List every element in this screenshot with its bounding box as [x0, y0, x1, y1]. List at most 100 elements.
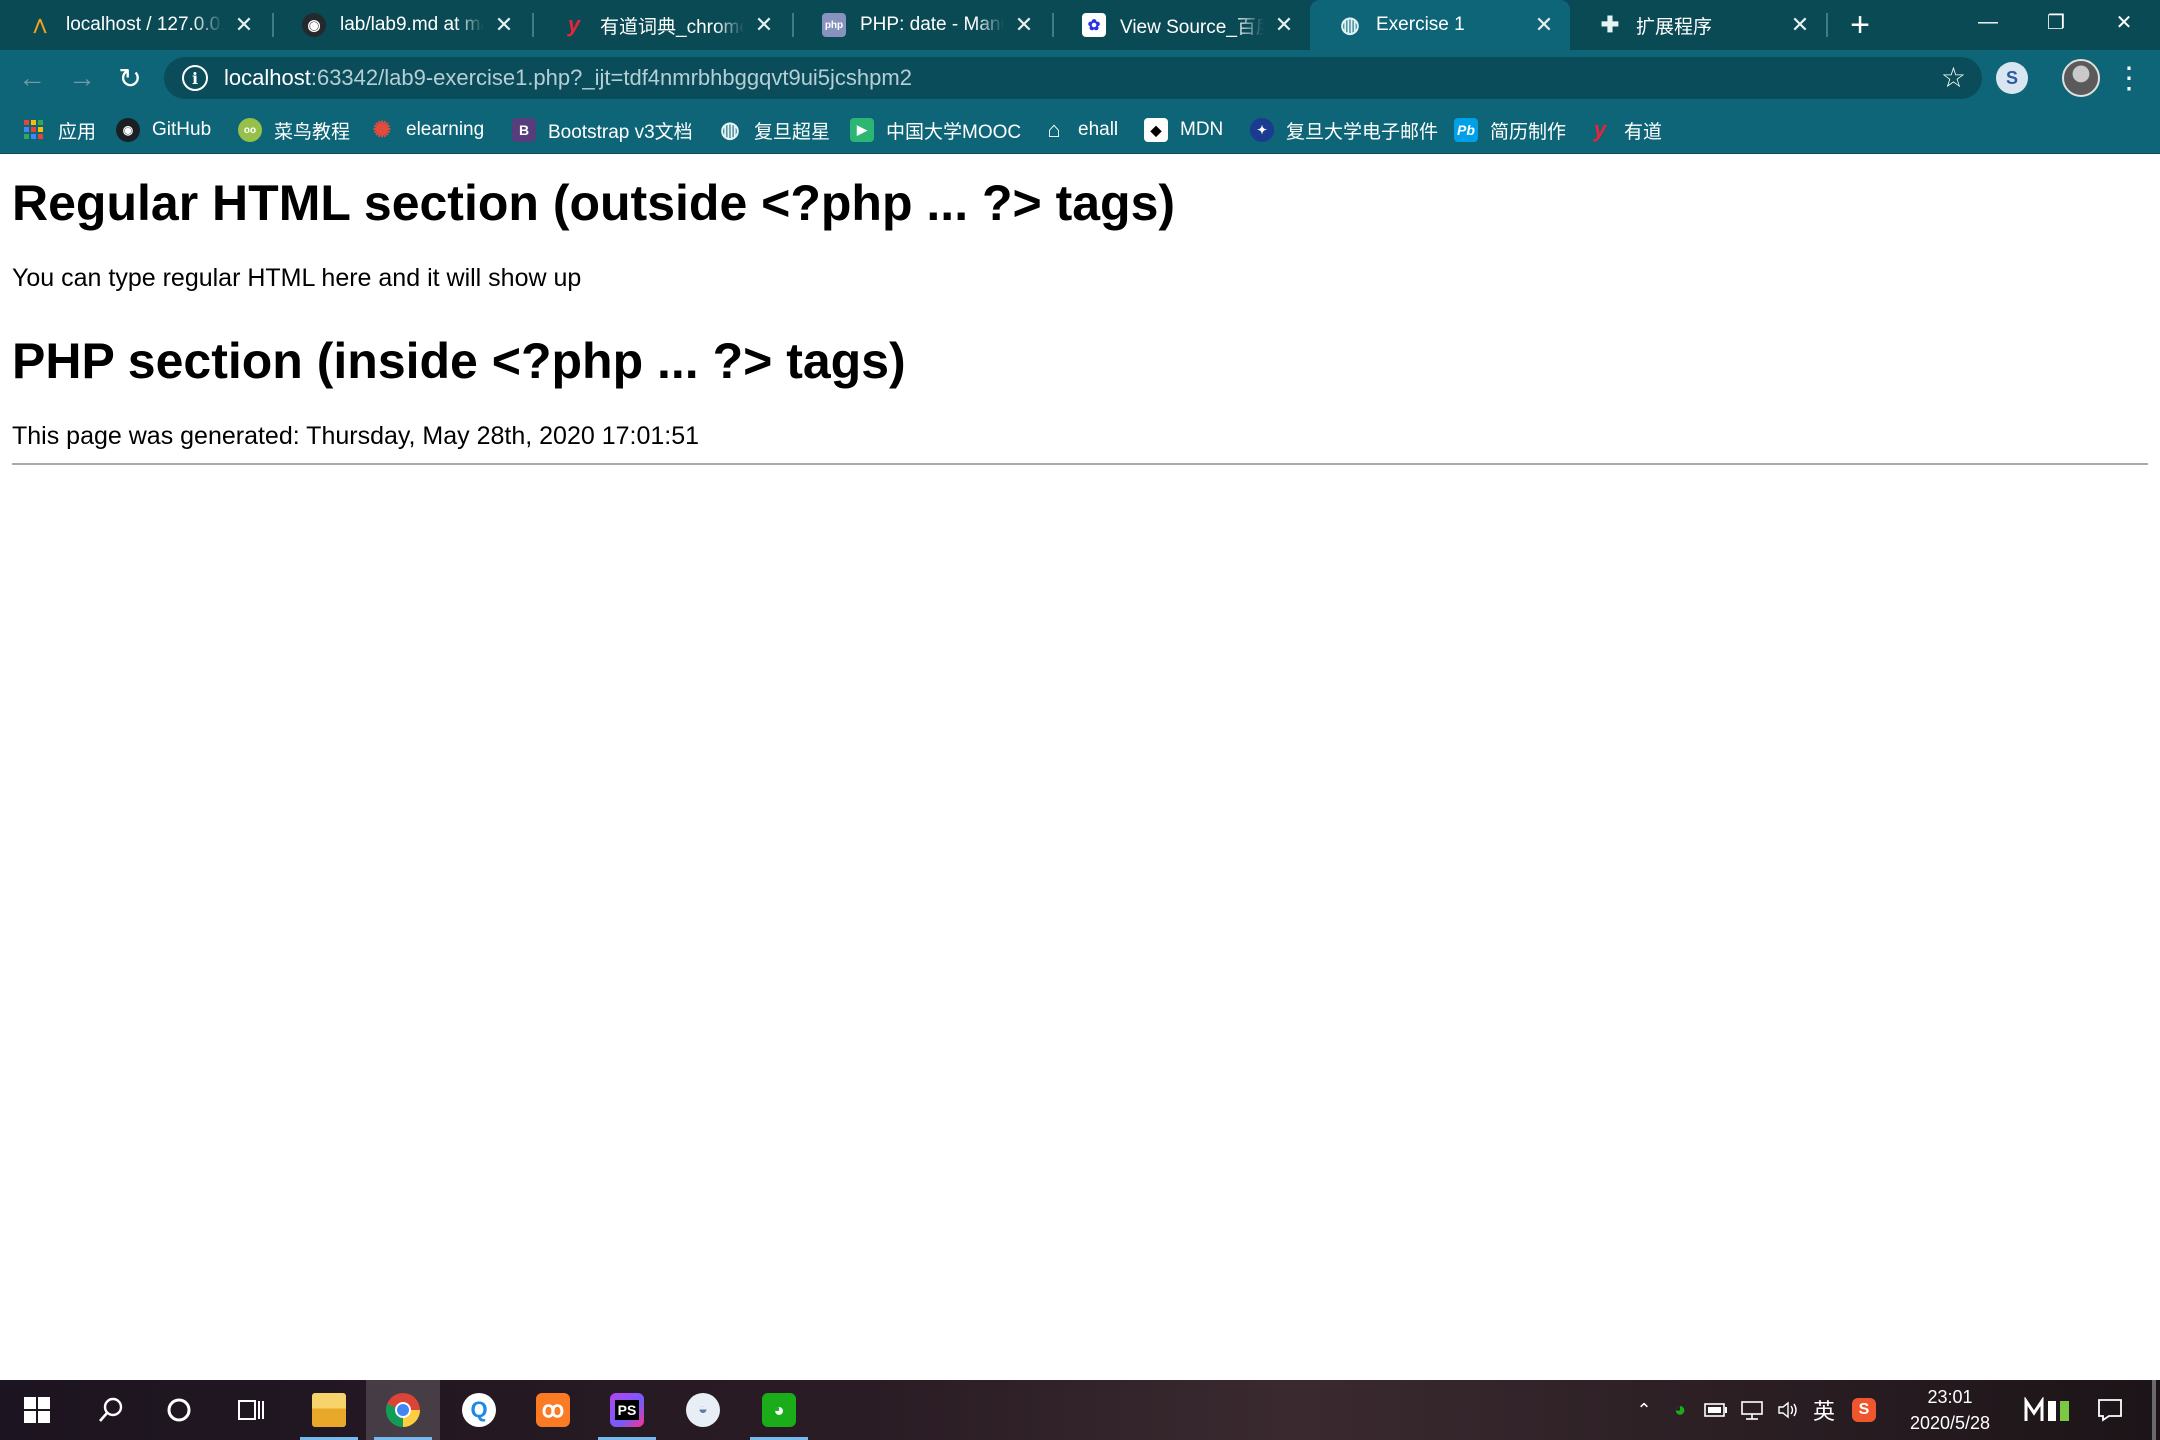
- action-center-button[interactable]: [2090, 1380, 2130, 1440]
- bookmark-runoob[interactable]: oo 菜鸟教程: [238, 106, 350, 154]
- forward-button[interactable]: →: [62, 58, 102, 98]
- chrome-button[interactable]: [366, 1380, 440, 1440]
- phpmyadmin-icon: ⋀: [33, 17, 47, 34]
- notification-icon: [2098, 1399, 2122, 1422]
- github-icon: ◉: [302, 13, 326, 37]
- show-desktop-button[interactable]: [2152, 1380, 2156, 1440]
- restore-button[interactable]: ❐: [2022, 0, 2090, 44]
- tab-phpmyadmin[interactable]: ⋀ localhost / 127.0.0.1 ✕: [0, 0, 270, 50]
- windows-taskbar: Q ꝏ PS ◒ ◕ ⌃ ◕ 英 S 23:01 2020/5/28: [0, 1380, 2160, 1440]
- bookmark-resume[interactable]: Pb 简历制作: [1454, 106, 1566, 154]
- back-button[interactable]: ←: [12, 58, 52, 98]
- file-explorer-button[interactable]: [292, 1380, 366, 1440]
- bookmark-youdao[interactable]: y 有道: [1588, 106, 1662, 154]
- tab-title: 有道词典_chrome浏览器: [600, 16, 744, 38]
- task-view-button[interactable]: [214, 1380, 288, 1440]
- close-tab-icon[interactable]: ✕: [490, 11, 518, 39]
- bookmark-chaoxing[interactable]: ◍ 复旦超星: [718, 106, 830, 154]
- wechat-tray-icon[interactable]: ◕: [1664, 1380, 1696, 1440]
- bookmark-mooc[interactable]: ▶ 中国大学MOOC: [850, 106, 1021, 154]
- url-host: localhost: [224, 65, 311, 90]
- close-tab-icon[interactable]: ✕: [750, 11, 778, 39]
- network-icon[interactable]: [1736, 1380, 1768, 1440]
- bookmark-label: GitHub: [152, 119, 212, 140]
- bookmark-github[interactable]: ◉ GitHub: [116, 106, 211, 154]
- fudan-icon: ✦: [1250, 118, 1274, 142]
- site-info-icon[interactable]: i: [182, 65, 208, 91]
- bookmark-label: 复旦大学电子邮件: [1286, 121, 1439, 143]
- clock-date: 2020/5/28: [1909, 1413, 1991, 1433]
- tab-github[interactable]: ◉ lab/lab9.md at master ✕: [274, 0, 530, 50]
- wechat-button[interactable]: ◕: [742, 1380, 816, 1440]
- url-path: :63342/lab9-exercise1.php?_ijt=tdf4nmrbh…: [310, 65, 912, 90]
- menu-icon[interactable]: ⋮: [2114, 58, 2144, 98]
- bookmark-label: ehall: [1078, 119, 1119, 140]
- baidu-icon: ✿: [1082, 13, 1106, 37]
- pb-icon: Pb: [1454, 118, 1478, 142]
- heading-php-section: PHP section (inside <?php ... ?> tags): [12, 333, 906, 389]
- bookmark-label: 简历制作: [1490, 121, 1567, 143]
- extension-icon[interactable]: S: [1996, 62, 2028, 94]
- browser-toolbar: ← → ↻ i localhost:63342/lab9-exercise1.p…: [0, 50, 2160, 106]
- close-tab-icon[interactable]: ✕: [230, 11, 258, 39]
- paragraph-regular-html: You can type regular HTML here and it wi…: [12, 264, 582, 292]
- show-hidden-icons-button[interactable]: ⌃: [1630, 1380, 1658, 1440]
- xampp-icon: ꝏ: [536, 1393, 570, 1427]
- battery-icon[interactable]: [1700, 1380, 1732, 1440]
- wechat-icon: ◕: [762, 1393, 796, 1427]
- reload-button[interactable]: ↻: [110, 58, 150, 98]
- tab-separator: [1826, 13, 1828, 37]
- system-clock[interactable]: 23:01 2020/5/28: [1890, 1384, 2010, 1436]
- bookmark-fudan-mail[interactable]: ✦ 复旦大学电子邮件: [1250, 106, 1438, 154]
- sogou-icon[interactable]: S: [1848, 1380, 1880, 1440]
- address-bar[interactable]: i localhost:63342/lab9-exercise1.php?_ij…: [164, 57, 1982, 99]
- xampp-button[interactable]: ꝏ: [516, 1380, 590, 1440]
- tab-exercise-1[interactable]: ◍ Exercise 1 ✕: [1310, 0, 1570, 50]
- tab-title: Exercise 1: [1376, 14, 1465, 35]
- bookmark-bootstrap[interactable]: B Bootstrap v3文档: [512, 106, 693, 154]
- cortana-icon: [167, 1398, 191, 1422]
- start-button[interactable]: [0, 1380, 74, 1440]
- chat-bubble-button[interactable]: ◒: [666, 1380, 740, 1440]
- im-app-tray-icon[interactable]: [2020, 1380, 2076, 1440]
- tab-youdao[interactable]: y 有道词典_chrome浏览器 ✕: [534, 0, 790, 50]
- close-tab-icon[interactable]: ✕: [1786, 11, 1814, 39]
- close-window-button[interactable]: ✕: [2090, 0, 2158, 44]
- bookmark-star-icon[interactable]: ☆: [1941, 61, 1966, 94]
- tab-extensions[interactable]: ✚ 扩展程序 ✕: [1570, 0, 1826, 50]
- phpstorm-button[interactable]: PS: [590, 1380, 664, 1440]
- folder-icon: [312, 1393, 346, 1427]
- windows-logo-icon: [24, 1397, 50, 1423]
- profile-avatar[interactable]: [2062, 59, 2100, 97]
- globe-icon: ◍: [1340, 12, 1360, 37]
- tab-php-manual[interactable]: php PHP: date - Manual ✕: [794, 0, 1050, 50]
- close-tab-icon[interactable]: ✕: [1010, 11, 1038, 39]
- bookmarks-bar: 应用 ◉ GitHub oo 菜鸟教程 ✺ elearning B Bootst…: [0, 106, 2160, 154]
- cortana-button[interactable]: [142, 1380, 216, 1440]
- task-view-icon: [238, 1400, 264, 1420]
- mooc-icon: ▶: [850, 118, 874, 142]
- tab-baidu[interactable]: ✿ View Source_百度搜索 ✕: [1054, 0, 1310, 50]
- new-tab-button[interactable]: +: [1840, 6, 1880, 44]
- search-button[interactable]: [74, 1380, 148, 1440]
- youdao-icon: y: [1593, 117, 1607, 142]
- horizontal-rule: [12, 463, 2148, 465]
- qq-browser-icon: Q: [462, 1393, 496, 1427]
- bookmark-apps[interactable]: 应用: [22, 106, 96, 154]
- bootstrap-icon: B: [512, 118, 536, 142]
- chrome-icon: [385, 1393, 420, 1427]
- close-tab-icon[interactable]: ✕: [1530, 11, 1558, 39]
- close-tab-icon[interactable]: ✕: [1270, 11, 1298, 39]
- minimize-button[interactable]: —: [1954, 0, 2022, 44]
- ime-indicator[interactable]: 英: [1808, 1380, 1840, 1440]
- volume-icon[interactable]: [1772, 1380, 1804, 1440]
- youdao-icon: y: [567, 12, 581, 37]
- runoob-icon: oo: [238, 118, 262, 142]
- qq-browser-button[interactable]: Q: [442, 1380, 516, 1440]
- bookmark-ehall[interactable]: ⌂ ehall: [1042, 106, 1118, 154]
- bookmark-elearning[interactable]: ✺ elearning: [370, 106, 484, 154]
- github-icon: ◉: [116, 118, 140, 142]
- url-text[interactable]: localhost:63342/lab9-exercise1.php?_ijt=…: [224, 65, 912, 91]
- bookmark-mdn[interactable]: ◆ MDN: [1144, 106, 1223, 154]
- apps-grid-icon: [22, 118, 46, 142]
